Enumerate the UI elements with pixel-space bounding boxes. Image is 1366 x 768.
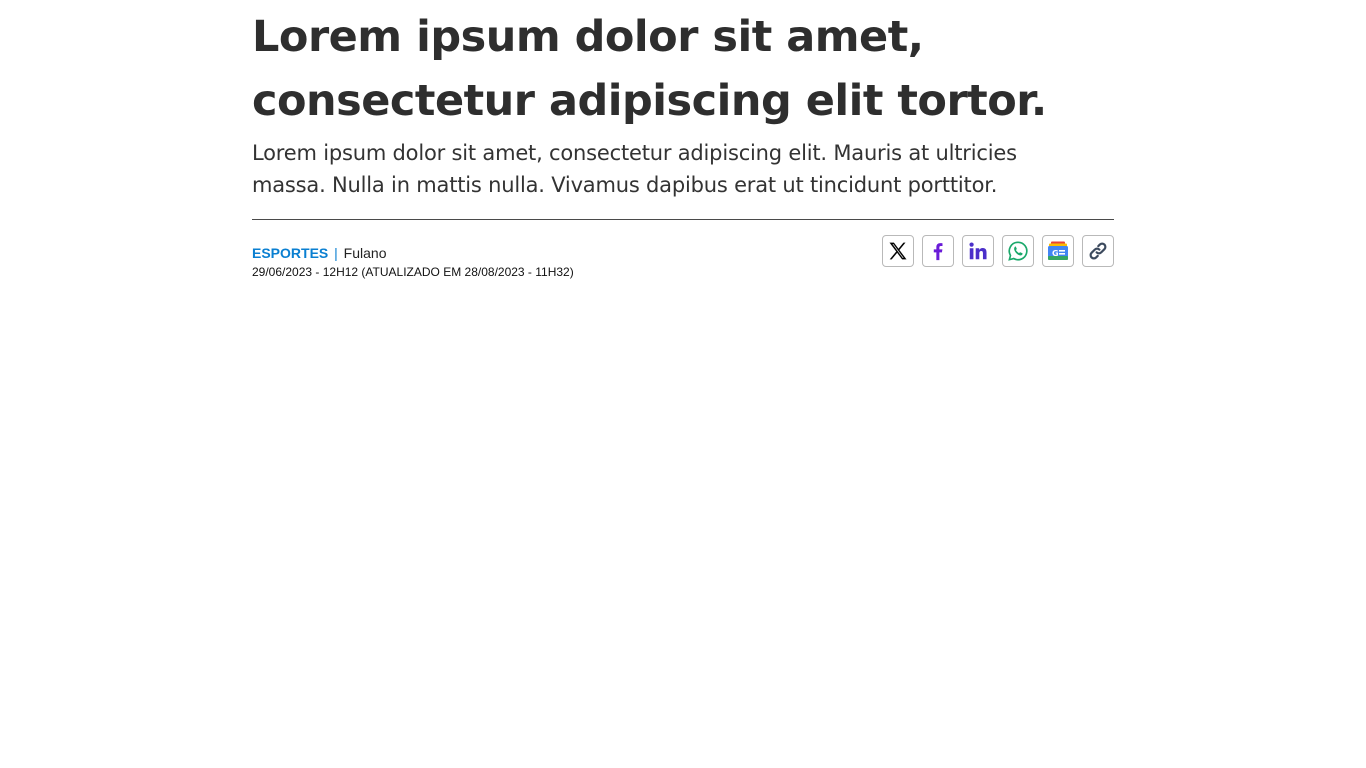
whatsapp-icon [1007, 240, 1029, 262]
copy-link-icon [1087, 240, 1109, 262]
share-google-news-button[interactable]: G [1042, 235, 1074, 267]
facebook-icon [927, 240, 949, 262]
article-headline: Lorem ipsum dolor sit amet, consectetur … [252, 12, 1047, 126]
article-subheadline: Lorem ipsum dolor sit amet, consectetur … [252, 141, 1017, 197]
share-whatsapp-button[interactable] [1002, 235, 1034, 267]
byline-separator: | [334, 245, 338, 261]
linkedin-icon [967, 240, 989, 262]
article-meta: ESPORTES | Fulano 29/06/2023 - 12H12 (AT… [252, 235, 1114, 284]
share-x-button[interactable] [882, 235, 914, 267]
google-news-icon: G [1046, 240, 1070, 262]
share-bar: G [882, 235, 1114, 267]
x-twitter-icon [887, 240, 909, 262]
author-name: Fulano [343, 245, 387, 261]
article-header: Lorem ipsum dolor sit amet, consectetur … [252, 0, 1114, 284]
section-link[interactable]: ESPORTES [252, 245, 328, 261]
divider [252, 219, 1114, 220]
share-linkedin-button[interactable] [962, 235, 994, 267]
svg-text:G: G [1052, 249, 1059, 258]
share-facebook-button[interactable] [922, 235, 954, 267]
copy-link-button[interactable] [1082, 235, 1114, 267]
publish-timestamp: 29/06/2023 - 12H12 (ATUALIZADO EM 28/08/… [252, 265, 574, 279]
